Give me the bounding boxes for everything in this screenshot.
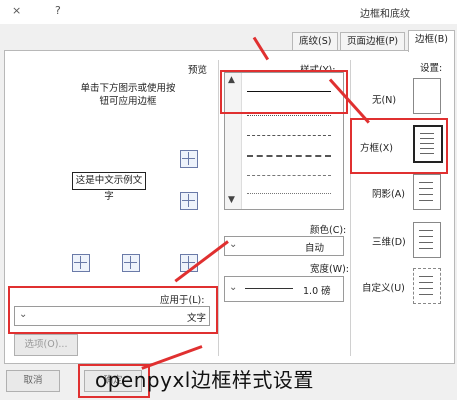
style-highlight (220, 70, 348, 114)
cancel-button[interactable]: 取消 (6, 370, 60, 392)
right-border-icon[interactable] (122, 254, 140, 272)
style-option[interactable] (247, 115, 331, 116)
preview-sample-text: 这是中文示例文字 (72, 172, 146, 202)
preview-instruction: 单击下方图示或使用按钮可应用边框 (80, 83, 176, 107)
apply-to-value: 文字 (187, 313, 207, 324)
bottom-border-icon[interactable] (180, 192, 198, 210)
caption-text: openpyxl边框样式设置 (95, 368, 314, 392)
settings-header: 设置: (420, 63, 443, 74)
apply-to-label: 应用于(L): (160, 295, 205, 306)
setting-none-option[interactable] (413, 78, 441, 114)
close-button[interactable]: × (12, 4, 21, 17)
setting-shadow-label: 阴影(A) (372, 189, 405, 200)
scroll-down-icon[interactable]: ▼ (228, 195, 235, 205)
dialog-title: 边框和底纹 (360, 9, 410, 20)
tab-border[interactable]: 边框(B) (408, 30, 455, 52)
chevron-down-icon: ⌄ (229, 282, 238, 293)
setting-box-option[interactable] (413, 125, 443, 163)
setting-shadow-option[interactable] (413, 174, 441, 210)
color-select[interactable]: ⌄ 自动 (224, 236, 344, 256)
setting-3d-label: 三维(D) (372, 237, 406, 248)
setting-box-label: 方框(X) (360, 143, 393, 154)
width-select[interactable]: ⌄ 1.0 磅 (224, 276, 344, 302)
tab-page-border[interactable]: 页面边框(P) (340, 32, 406, 51)
setting-custom-label: 自定义(U) (362, 283, 405, 294)
chevron-down-icon: ⌄ (229, 239, 238, 250)
style-option[interactable] (247, 175, 331, 176)
setting-custom-option[interactable] (413, 268, 441, 304)
width-label: 宽度(W): (310, 264, 350, 275)
chevron-down-icon: ⌄ (19, 309, 28, 320)
help-button[interactable]: ? (55, 4, 61, 17)
style-option[interactable] (247, 155, 331, 157)
style-option[interactable] (247, 135, 331, 136)
tab-shading[interactable]: 底纹(S) (292, 32, 339, 51)
options-button[interactable]: 选项(O)... (14, 334, 78, 356)
apply-to-select[interactable]: ⌄ 文字 (14, 306, 210, 326)
setting-none-label: 无(N) (372, 95, 397, 106)
width-value: 1.0 磅 (303, 286, 331, 297)
style-option[interactable] (247, 193, 331, 194)
title-bar: × ? 边框和底纹 (0, 0, 457, 25)
color-value: 自动 (305, 243, 325, 254)
separator (218, 60, 219, 356)
left-border-icon[interactable] (72, 254, 90, 272)
preview-header: 预览 (188, 65, 208, 76)
setting-3d-option[interactable] (413, 222, 441, 258)
color-label: 颜色(C): (310, 225, 347, 236)
top-border-icon[interactable] (180, 150, 198, 168)
tab-strip: 底纹(S) 页面边框(P) 边框(B) (0, 24, 457, 52)
width-sample-line (245, 288, 293, 289)
